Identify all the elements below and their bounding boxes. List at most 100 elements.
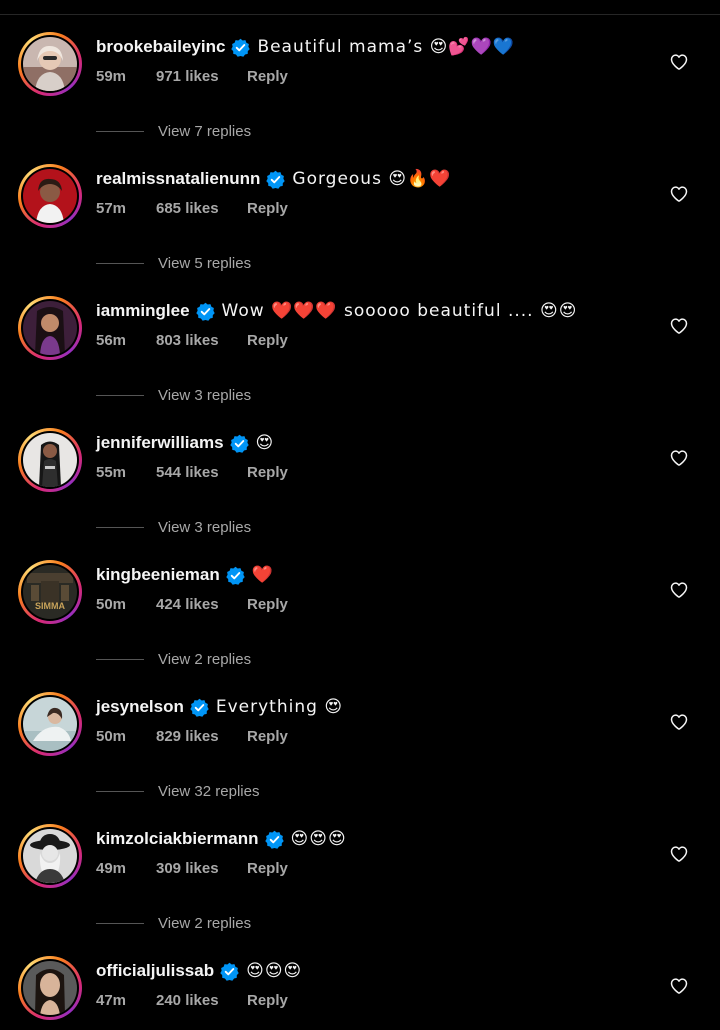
avatar[interactable] <box>18 692 82 756</box>
view-replies-button[interactable]: View 7 replies <box>96 121 251 141</box>
likes-count[interactable]: 971 likes <box>156 68 247 85</box>
verified-badge-icon <box>266 170 286 189</box>
avatar[interactable] <box>18 824 82 888</box>
comment-item: iamminglee Wow ❤️❤️❤️ sooooo beautiful .… <box>0 279 720 411</box>
comment-line: kimzolciakbiermann 😍😍😍 <box>96 827 347 851</box>
reply-button[interactable]: Reply <box>247 68 288 85</box>
likes-count[interactable]: 544 likes <box>156 464 247 481</box>
comment-meta: 59m 971 likes Reply <box>96 66 288 86</box>
view-replies-button[interactable]: View 5 replies <box>96 253 251 273</box>
view-replies-button[interactable]: View 32 replies <box>96 781 259 801</box>
view-replies-button[interactable]: View 2 replies <box>96 913 251 933</box>
comment-time: 57m <box>96 199 127 217</box>
comment-item: kimzolciakbiermann 😍😍😍 49m 309 likes Rep… <box>0 807 720 939</box>
username[interactable]: kingbeenieman <box>96 565 220 585</box>
comment-time: 47m <box>96 991 127 1009</box>
comment-line: officialjulissab 😍😍😍 <box>96 959 302 983</box>
comment-time: 59m <box>96 67 127 85</box>
username[interactable]: jenniferwilliams <box>96 433 224 453</box>
avatar-image: SIMMA <box>23 565 77 619</box>
reply-button[interactable]: Reply <box>247 728 288 745</box>
comment-item: realmissnatalienunn Gorgeous 😍🔥❤️ 57m 68… <box>0 147 720 279</box>
avatar[interactable] <box>18 32 82 96</box>
comment-text: 😍 <box>255 433 275 453</box>
likes-count[interactable]: 685 likes <box>156 200 247 217</box>
comment-line: jesynelson Everything 😍 <box>96 695 343 719</box>
avatar[interactable] <box>18 296 82 360</box>
username[interactable]: brookebaileyinc <box>96 37 225 57</box>
reply-button[interactable]: Reply <box>247 200 288 217</box>
heart-outline-icon[interactable] <box>669 448 689 468</box>
comment-item: brookebaileyinc Beautiful mama’s 😍💕💜💙 59… <box>0 15 720 147</box>
replies-divider <box>96 130 144 132</box>
heart-outline-icon[interactable] <box>669 844 689 864</box>
avatar-image <box>23 697 77 751</box>
comment-meta: 50m 424 likes Reply <box>96 594 288 614</box>
heart-outline-icon[interactable] <box>669 580 689 600</box>
comment-meta: 55m 544 likes Reply <box>96 462 288 482</box>
comment-line: iamminglee Wow ❤️❤️❤️ sooooo beautiful .… <box>96 299 577 323</box>
verified-badge-icon <box>229 434 249 453</box>
verified-badge-icon <box>195 302 215 321</box>
verified-badge-icon <box>220 962 239 981</box>
comment-text: Beautiful mama’s 😍💕💜💙 <box>257 37 515 57</box>
comment-time: 49m <box>96 859 127 877</box>
view-replies-label: View 5 replies <box>158 254 252 272</box>
comment-text: 😍😍😍 <box>246 961 303 981</box>
avatar-logo-text: SIMMA <box>35 601 65 611</box>
comment-text: Everything 😍 <box>215 697 344 717</box>
username[interactable]: kimzolciakbiermann <box>96 829 259 849</box>
avatar[interactable]: SIMMA <box>18 560 82 624</box>
view-replies-button[interactable]: View 3 replies <box>96 385 251 405</box>
likes-count[interactable]: 309 likes <box>156 860 247 877</box>
username[interactable]: realmissnatalienunn <box>96 169 260 189</box>
likes-count[interactable]: 829 likes <box>156 728 247 745</box>
username[interactable]: jesynelson <box>96 697 184 717</box>
avatar-image <box>23 433 77 487</box>
reply-button[interactable]: Reply <box>247 860 288 877</box>
comment-meta: 57m 685 likes Reply <box>96 198 288 218</box>
comment-line: jenniferwilliams 😍 <box>96 431 274 455</box>
comment-text: Gorgeous 😍🔥❤️ <box>292 169 452 189</box>
view-replies-label: View 32 replies <box>158 782 260 800</box>
username[interactable]: officialjulissab <box>96 961 214 981</box>
verified-badge-icon <box>226 566 245 585</box>
comment-item: SIMMA kingbeenieman ❤️ 50m 424 likes Rep… <box>0 543 720 675</box>
view-replies-label: View 3 replies <box>158 518 252 536</box>
reply-button[interactable]: Reply <box>247 332 288 349</box>
avatar[interactable] <box>18 428 82 492</box>
verified-badge-icon <box>231 38 251 57</box>
verified-badge-icon <box>264 830 284 849</box>
avatar[interactable] <box>18 956 82 1020</box>
likes-count[interactable]: 240 likes <box>156 992 247 1009</box>
avatar-image <box>23 169 77 223</box>
verified-badge-icon <box>190 698 209 717</box>
reply-button[interactable]: Reply <box>247 596 288 613</box>
heart-outline-icon[interactable] <box>669 712 689 732</box>
comment-item: jenniferwilliams 😍 55m 544 likes Reply V… <box>0 411 720 543</box>
avatar-image <box>23 829 77 883</box>
comment-line: kingbeenieman ❤️ <box>96 563 274 587</box>
reply-button[interactable]: Reply <box>247 464 288 481</box>
replies-divider <box>96 790 144 792</box>
heart-outline-icon[interactable] <box>669 184 689 204</box>
view-replies-button[interactable]: View 2 replies <box>96 649 251 669</box>
heart-outline-icon[interactable] <box>669 316 689 336</box>
replies-divider <box>96 526 144 528</box>
comment-item: officialjulissab 😍😍😍 47m 240 likes Reply <box>0 939 720 1030</box>
replies-divider <box>96 262 144 264</box>
likes-count[interactable]: 803 likes <box>156 332 247 349</box>
comment-text: 😍😍😍 <box>290 829 347 849</box>
avatar[interactable] <box>18 164 82 228</box>
comment-time: 55m <box>96 463 127 481</box>
view-replies-label: View 7 replies <box>158 122 252 140</box>
reply-button[interactable]: Reply <box>247 992 288 1009</box>
comment-time: 56m <box>96 331 127 349</box>
username[interactable]: iamminglee <box>96 301 190 321</box>
heart-outline-icon[interactable] <box>669 52 689 72</box>
view-replies-button[interactable]: View 3 replies <box>96 517 251 537</box>
likes-count[interactable]: 424 likes <box>156 596 247 613</box>
heart-outline-icon[interactable] <box>669 976 689 996</box>
avatar-image <box>23 301 77 355</box>
avatar-image <box>23 961 77 1015</box>
